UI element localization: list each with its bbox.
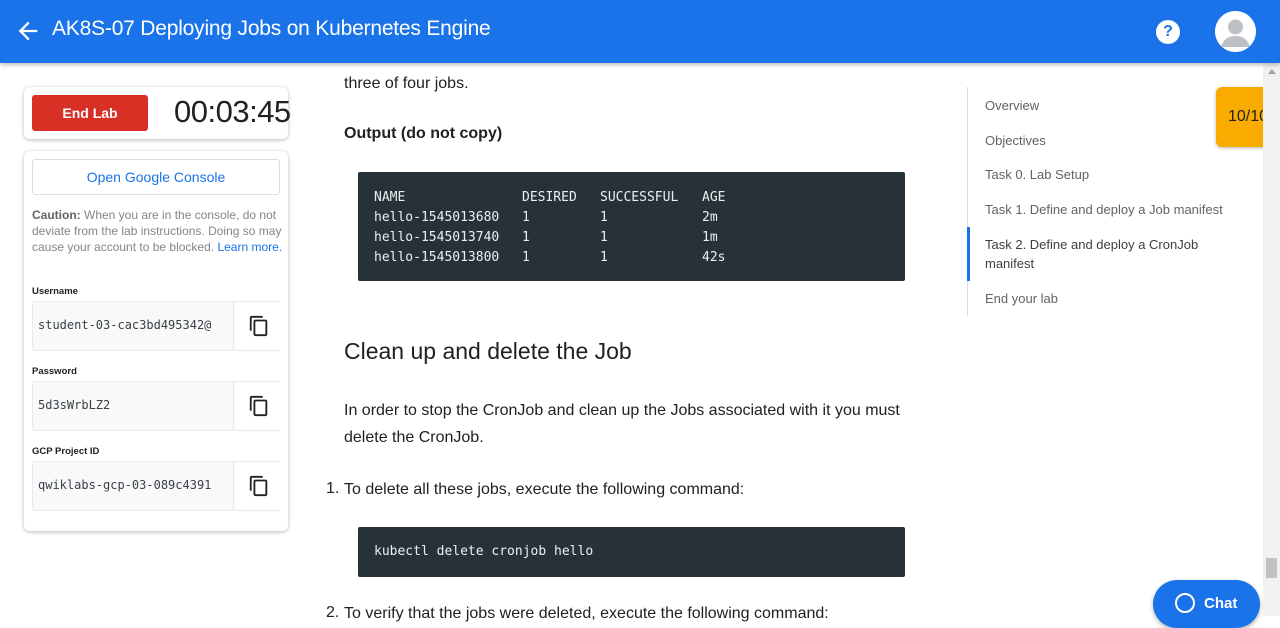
copy-icon bbox=[249, 475, 268, 497]
copy-icon bbox=[249, 315, 268, 337]
toc-active-indicator bbox=[967, 227, 970, 281]
command-code-block[interactable]: kubectl delete cronjob hello bbox=[358, 527, 905, 577]
open-google-console-button[interactable]: Open Google Console bbox=[32, 159, 280, 195]
project-id-field: qwiklabs-gcp-03-089c4391 bbox=[32, 461, 282, 511]
col-desired: DESIRED bbox=[522, 190, 577, 205]
cell: 1m bbox=[702, 230, 718, 245]
end-lab-button[interactable]: End Lab bbox=[32, 95, 148, 131]
top-app-bar: AK8S-07 Deploying Jobs on Kubernetes Eng… bbox=[0, 0, 1280, 63]
cell: 1 bbox=[600, 230, 608, 245]
toc-item-objectives[interactable]: Objectives bbox=[985, 131, 1235, 150]
help-icon[interactable]: ? bbox=[1156, 20, 1180, 44]
project-id-value[interactable]: qwiklabs-gcp-03-089c4391 bbox=[38, 478, 233, 492]
username-field: student-03-cac3bd495342@ bbox=[32, 301, 282, 351]
caution-title: Caution: bbox=[32, 208, 81, 222]
chat-label: Chat bbox=[1204, 595, 1238, 612]
cell: hello-1545013740 bbox=[374, 230, 500, 245]
cleanup-text: In order to stop the CronJob and clean u… bbox=[344, 402, 900, 446]
user-avatar-icon bbox=[1215, 11, 1256, 52]
step-text: To delete all these jobs, execute the fo… bbox=[344, 481, 745, 498]
page-title: AK8S-07 Deploying Jobs on Kubernetes Eng… bbox=[52, 17, 491, 40]
chat-button[interactable]: Chat bbox=[1153, 580, 1260, 628]
toc-item-overview[interactable]: Overview bbox=[985, 96, 1235, 115]
toc-item-task-0[interactable]: Task 0. Lab Setup bbox=[985, 165, 1235, 184]
chat-bubble-icon bbox=[1175, 593, 1195, 613]
table-of-contents: Overview Objectives Task 0. Lab Setup Ta… bbox=[967, 87, 1247, 316]
step-text: To verify that the jobs were deleted, ex… bbox=[344, 605, 829, 622]
scrollbar-thumb[interactable] bbox=[1266, 558, 1277, 578]
cell: hello-1545013800 bbox=[374, 250, 500, 265]
learn-more-link[interactable]: Learn more. bbox=[217, 240, 282, 254]
back-arrow-icon[interactable] bbox=[14, 17, 42, 45]
cell: 1 bbox=[600, 210, 608, 225]
username-value[interactable]: student-03-cac3bd495342@ bbox=[38, 318, 233, 332]
command-text: kubectl delete cronjob hello bbox=[374, 544, 594, 559]
step-number: 1. bbox=[326, 480, 340, 497]
section-heading: Clean up and delete the Job bbox=[344, 338, 632, 364]
intro-text: three of four jobs. bbox=[344, 75, 469, 92]
output-label: Output (do not copy) bbox=[344, 125, 503, 142]
caution-notice: Caution: When you are in the console, do… bbox=[32, 207, 284, 255]
output-row: hello-1545013740 1 1 1m bbox=[374, 230, 718, 245]
output-row: hello-1545013680 1 1 2m bbox=[374, 210, 718, 225]
username-label: Username bbox=[32, 286, 78, 297]
output-code-block: NAME DESIRED SUCCESSFUL AGE hello-154501368… bbox=[358, 172, 905, 281]
page-scrollbar[interactable] bbox=[1263, 63, 1280, 616]
col-name: NAME bbox=[374, 190, 406, 205]
toc-item-end-lab[interactable]: End your lab bbox=[985, 289, 1235, 308]
copy-username-button[interactable] bbox=[233, 302, 282, 350]
project-id-label: GCP Project ID bbox=[32, 446, 100, 457]
password-value[interactable]: 5d3sWrbLZ2 bbox=[38, 398, 233, 412]
copy-icon bbox=[249, 395, 268, 417]
lab-timer-card: End Lab 00:03:45 bbox=[24, 87, 291, 139]
scroll-up-icon[interactable] bbox=[1268, 69, 1276, 74]
cell: 1 bbox=[522, 230, 530, 245]
copy-password-button[interactable] bbox=[233, 382, 282, 430]
avatar[interactable] bbox=[1215, 11, 1256, 52]
cell: 1 bbox=[522, 210, 530, 225]
col-successful: SUCCESSFUL bbox=[600, 190, 679, 205]
toc-item-task-2[interactable]: Task 2. Define and deploy a CronJob mani… bbox=[985, 235, 1235, 273]
toc-item-task-1[interactable]: Task 1. Define and deploy a Job manifest bbox=[985, 200, 1235, 219]
cell: 2m bbox=[702, 210, 718, 225]
step-number: 2. bbox=[326, 604, 340, 621]
password-field: 5d3sWrbLZ2 bbox=[32, 381, 282, 431]
password-label: Password bbox=[32, 366, 77, 377]
lab-timer: 00:03:45 bbox=[174, 94, 291, 129]
output-row: hello-1545013800 1 1 42s bbox=[374, 250, 725, 265]
output-header-row: NAME DESIRED SUCCESSFUL AGE bbox=[374, 190, 725, 205]
credentials-card: Open Google Console Caution: When you ar… bbox=[24, 151, 288, 531]
col-age: AGE bbox=[702, 190, 726, 205]
cell: 42s bbox=[702, 250, 726, 265]
copy-project-id-button[interactable] bbox=[233, 462, 282, 510]
cell: 1 bbox=[522, 250, 530, 265]
cell: hello-1545013680 bbox=[374, 210, 500, 225]
cell: 1 bbox=[600, 250, 608, 265]
